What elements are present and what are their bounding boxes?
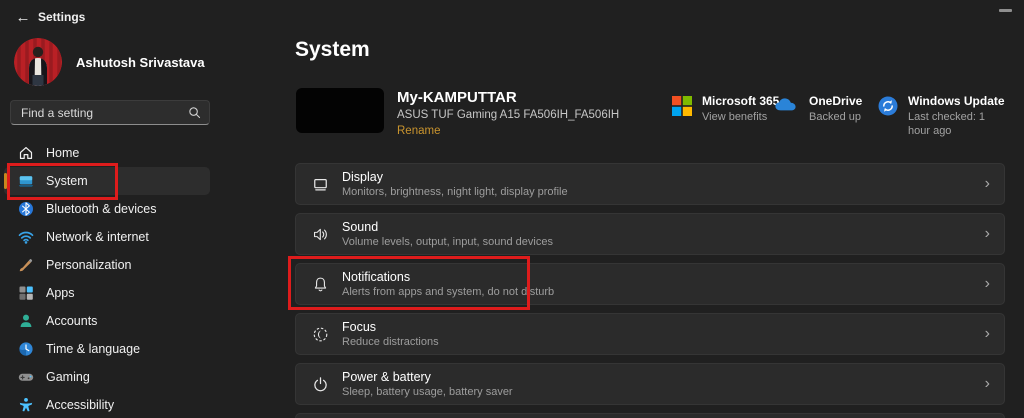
status-subtitle: Backed up — [809, 110, 862, 124]
sidebar-item-label: Accounts — [46, 314, 97, 328]
onedrive-icon — [773, 96, 799, 113]
personalization-icon — [18, 257, 34, 273]
device-name: My-KAMPUTTAR — [397, 89, 619, 106]
search-icon — [188, 106, 201, 119]
notifications-icon — [312, 276, 329, 293]
sidebar-item-label: Bluetooth & devices — [46, 202, 157, 216]
sidebar-item-label: System — [46, 174, 88, 188]
chevron-right-icon: › — [985, 326, 990, 342]
sidebar-item-accounts[interactable]: Accounts — [4, 307, 210, 335]
chevron-right-icon: › — [985, 226, 990, 242]
sidebar-item-home[interactable]: Home — [4, 139, 210, 167]
sidebar-item-label: Time & language — [46, 342, 140, 356]
device-header: My-KAMPUTTAR ASUS TUF Gaming A15 FA506IH… — [296, 88, 619, 138]
sidebar-item-label: Apps — [46, 286, 75, 300]
sidebar-item-label: Accessibility — [46, 398, 114, 412]
sound-icon — [312, 226, 329, 243]
avatar — [14, 38, 62, 86]
sidebar: Ashutosh Srivastava Home — [0, 34, 230, 418]
minimize-button[interactable] — [999, 9, 1012, 12]
device-thumbnail — [296, 88, 384, 133]
sidebar-item-label: Network & internet — [46, 230, 149, 244]
chevron-right-icon: › — [985, 276, 990, 292]
back-button[interactable]: ← — [12, 6, 34, 28]
card-title: Focus — [342, 320, 439, 335]
titlebar: ← Settings — [0, 0, 1024, 34]
sidebar-item-accessibility[interactable]: Accessibility — [4, 391, 210, 418]
card-subtitle: Reduce distractions — [342, 336, 439, 349]
status-title: Microsoft 365 — [702, 94, 779, 109]
device-info: My-KAMPUTTAR ASUS TUF Gaming A15 FA506IH… — [397, 88, 619, 138]
sidebar-item-network-internet[interactable]: Network & internet — [4, 223, 210, 251]
sidebar-item-system[interactable]: System — [4, 167, 210, 195]
card-subtitle: Volume levels, output, input, sound devi… — [342, 236, 553, 249]
status-title: Windows Update — [908, 94, 1007, 109]
chevron-right-icon: › — [985, 376, 990, 392]
sidebar-item-bluetooth-devices[interactable]: Bluetooth & devices — [4, 195, 210, 223]
sidebar-item-apps[interactable]: Apps — [4, 279, 210, 307]
device-model: ASUS TUF Gaming A15 FA506IH_FA506IH — [397, 108, 619, 123]
card-title: Notifications — [342, 270, 554, 285]
card-focus[interactable]: Focus Reduce distractions › — [295, 313, 1005, 355]
selected-accent-bar — [4, 173, 7, 189]
settings-window: ← Settings — [0, 0, 1024, 418]
system-icon — [18, 173, 34, 189]
user-name: Ashutosh Srivastava — [76, 55, 205, 70]
gaming-icon — [18, 369, 34, 385]
card-sound[interactable]: Sound Volume levels, output, input, soun… — [295, 213, 1005, 255]
card-title: Sound — [342, 220, 553, 235]
card-power-battery[interactable]: Power & battery Sleep, battery usage, ba… — [295, 363, 1005, 405]
sidebar-item-gaming[interactable]: Gaming — [4, 363, 210, 391]
sidebar-item-label: Home — [46, 146, 79, 160]
display-icon — [312, 176, 329, 193]
accounts-icon — [18, 313, 34, 329]
status-title: OneDrive — [809, 94, 862, 109]
rename-link[interactable]: Rename — [397, 124, 619, 138]
chevron-right-icon: › — [985, 176, 990, 192]
focus-icon — [312, 326, 329, 343]
app-title: Settings — [38, 10, 85, 24]
accessibility-icon — [18, 397, 34, 413]
card-partial[interactable] — [295, 413, 1005, 418]
card-notifications[interactable]: Notifications Alerts from apps and syste… — [295, 263, 1005, 305]
status-subtitle: View benefits — [702, 110, 779, 124]
microsoft-365-icon — [672, 96, 692, 116]
status-windows-update[interactable]: Windows Update Last checked: 1 hour ago — [878, 94, 1007, 138]
search-box — [10, 100, 210, 125]
status-microsoft-365[interactable]: Microsoft 365 View benefits — [672, 94, 779, 124]
sidebar-item-label: Personalization — [46, 258, 131, 272]
user-account-row[interactable]: Ashutosh Srivastava — [14, 38, 205, 86]
card-display[interactable]: Display Monitors, brightness, night ligh… — [295, 163, 1005, 205]
status-subtitle: Last checked: 1 hour ago — [908, 110, 1007, 138]
card-subtitle: Sleep, battery usage, battery saver — [342, 386, 513, 399]
bluetooth-icon — [18, 201, 34, 217]
sidebar-item-time-language[interactable]: Time & language — [4, 335, 210, 363]
back-arrow-icon: ← — [16, 9, 31, 26]
card-title: Power & battery — [342, 370, 513, 385]
time-language-icon — [18, 341, 34, 357]
windows-update-icon — [878, 96, 898, 116]
main-content: System My-KAMPUTTAR ASUS TUF Gaming A15 … — [295, 34, 1007, 418]
apps-icon — [18, 285, 34, 301]
page-title: System — [295, 38, 370, 62]
sidebar-item-personalization[interactable]: Personalization — [4, 251, 210, 279]
card-subtitle: Alerts from apps and system, do not dist… — [342, 286, 554, 299]
sidebar-item-label: Gaming — [46, 370, 90, 384]
card-title: Display — [342, 170, 568, 185]
home-icon — [18, 145, 34, 161]
search-input[interactable] — [19, 105, 188, 121]
card-subtitle: Monitors, brightness, night light, displ… — [342, 186, 568, 199]
settings-card-list: Display Monitors, brightness, night ligh… — [295, 163, 1005, 418]
sidebar-nav: Home System — [4, 139, 210, 418]
status-onedrive[interactable]: OneDrive Backed up — [773, 94, 862, 124]
network-icon — [18, 229, 34, 245]
power-icon — [312, 376, 329, 393]
